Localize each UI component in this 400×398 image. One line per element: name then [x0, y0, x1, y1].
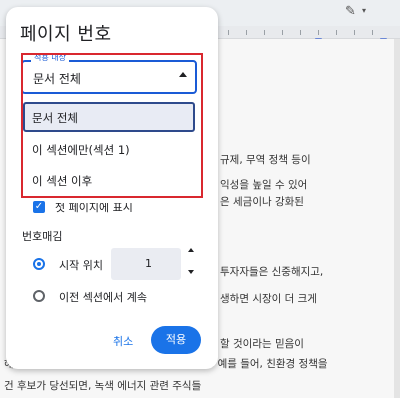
apply-button[interactable]: 적용 — [151, 326, 201, 354]
start-at-value: 1 — [145, 257, 152, 270]
caret-up-icon — [179, 72, 187, 77]
cancel-button[interactable]: 취소 — [113, 333, 133, 349]
menu-item-this-section[interactable]: 이 섹션에만(섹션 1) — [23, 134, 195, 164]
scrollbar[interactable] — [394, 39, 400, 398]
start-at-radio[interactable] — [33, 258, 45, 270]
start-at-label: 시작 위치 — [59, 259, 103, 272]
decrement-icon[interactable] — [188, 270, 194, 274]
chevron-down-icon[interactable]: ▾ — [362, 6, 366, 15]
continue-radio[interactable] — [33, 290, 45, 302]
continue-label: 이전 섹션에서 계속 — [59, 291, 147, 304]
document-line: 은 세금이나 강화된 — [220, 196, 304, 208]
show-first-page-checkbox[interactable]: ✓ — [33, 201, 45, 213]
ruler-tick — [336, 30, 337, 35]
start-at-input[interactable]: 1 — [111, 248, 181, 280]
ruler-tick — [300, 30, 301, 35]
ruler-tick — [354, 30, 355, 35]
apply-to-select[interactable]: 문서 전체 — [21, 60, 197, 94]
ruler-tick — [282, 30, 283, 35]
document-line: 생하면 시장이 더 크게 — [220, 293, 317, 305]
pen-icon[interactable]: ✎ — [345, 4, 356, 19]
ruler-tick — [264, 30, 265, 35]
ruler-tick — [228, 30, 229, 35]
apply-to-label: 적용 내상 — [31, 52, 69, 63]
document-line: 투자자들은 신중해지고, — [220, 266, 324, 278]
increment-icon[interactable] — [188, 248, 194, 252]
numbering-label: 번호매김 — [22, 230, 63, 243]
apply-to-value: 문서 전체 — [33, 72, 81, 86]
document-line: 건 후보가 당선되면, 녹색 에너지 관련 주식들 — [4, 380, 202, 392]
ruler-tick — [372, 30, 373, 35]
menu-item-whole-document[interactable]: 문서 전체 — [23, 102, 195, 132]
ruler-tick — [246, 30, 247, 35]
menu-item-from-this-section[interactable]: 이 섹션 이후 — [23, 165, 195, 195]
apply-to-menu: 문서 전체 이 섹션에만(섹션 1) 이 섹션 이후 — [21, 97, 203, 196]
dialog-title: 페이지 번호 — [20, 24, 112, 45]
document-line: 익성을 높일 수 있어 — [220, 179, 308, 191]
document-line: 규제, 무역 정책 등이 — [220, 154, 311, 166]
ruler-tick — [318, 30, 319, 35]
document-line: 할 것이라는 믿음이 — [220, 338, 304, 350]
